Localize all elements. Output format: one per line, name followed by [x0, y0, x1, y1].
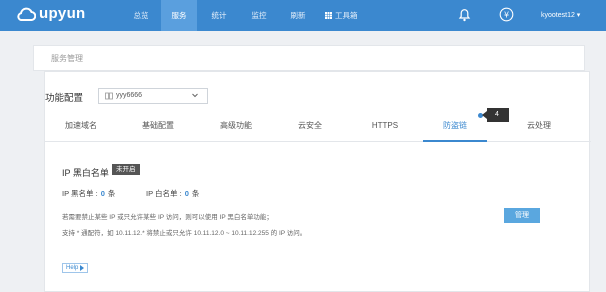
- bell-icon[interactable]: [458, 7, 471, 27]
- tab-count-badge: 4: [482, 108, 509, 122]
- help-label: Help: [66, 265, 79, 271]
- whitelist-count: IP 白名单 :0条: [146, 188, 199, 199]
- tab-advanced[interactable]: 高级功能: [218, 118, 254, 142]
- user-menu[interactable]: kyootest12 ▾: [541, 0, 580, 31]
- blacklist-count: IP 黑名单 :0条: [62, 188, 115, 199]
- top-nav-bar: upyun 总览 服务 统计 监控 刷新 工具箱 ¥ kyootest12 ▾: [0, 0, 606, 31]
- breadcrumb-panel: 服务管理: [33, 45, 585, 71]
- status-badge: 未开启: [112, 164, 140, 175]
- description-line-2: 支持 * 通配符，如 10.11.12.* 将禁止或只允许 10.11.12.0…: [62, 230, 307, 237]
- yuan-icon[interactable]: ¥: [499, 7, 514, 27]
- manage-button[interactable]: 管理: [504, 208, 540, 223]
- brand-logo[interactable]: upyun: [16, 5, 86, 22]
- tab-cloud-processing[interactable]: 云处理: [524, 118, 554, 142]
- chevron-down-icon: [192, 93, 198, 98]
- tab-acceleration-domains[interactable]: 加速域名: [63, 118, 99, 142]
- nav-item-refresh[interactable]: 刷新: [281, 0, 315, 31]
- config-label: 功能配置: [45, 93, 84, 104]
- tab-https[interactable]: HTTPS: [370, 118, 400, 142]
- server-icon: [105, 92, 113, 100]
- tab-cloud-security[interactable]: 云安全: [295, 118, 325, 142]
- service-select[interactable]: yyy6666: [98, 88, 208, 104]
- grid-icon: [325, 12, 332, 19]
- cloud-logo-icon: [17, 7, 36, 21]
- nav-item-toolbox[interactable]: 工具箱: [325, 0, 365, 31]
- blacklist-label: IP 黑名单 :: [62, 189, 98, 198]
- brand-name: upyun: [39, 5, 86, 22]
- whitelist-label: IP 白名单 :: [146, 189, 182, 198]
- blacklist-number: 0: [100, 189, 105, 198]
- breadcrumb: 服务管理: [51, 54, 83, 63]
- whitelist-number: 0: [184, 189, 189, 198]
- nav-item-services[interactable]: 服务: [161, 0, 197, 31]
- toolbox-label: 工具箱: [335, 11, 358, 20]
- blacklist-unit: 条: [107, 189, 116, 198]
- whitelist-unit: 条: [191, 189, 200, 198]
- ip-list-title: IP 黑白名单: [62, 168, 109, 178]
- tab-basic-config[interactable]: 基础配置: [140, 118, 176, 142]
- main-panel: 功能配置 yyy6666 加速域名 基础配置 高级功能 云安全 HTTPS 防盗…: [44, 71, 591, 292]
- tab-hotlink-protection[interactable]: 防盗链: [423, 118, 487, 142]
- feature-tabs: 加速域名 基础配置 高级功能 云安全 HTTPS 防盗链 云处理: [45, 118, 591, 142]
- svg-text:¥: ¥: [504, 11, 509, 20]
- play-arrow-icon: [80, 265, 85, 271]
- nav-item-stats[interactable]: 统计: [202, 0, 236, 31]
- description-line-1: 若需要禁止某些 IP 或只允许某些 IP 访问，则可以使用 IP 黑白名单功能；: [62, 214, 273, 221]
- nav-item-monitor[interactable]: 监控: [242, 0, 276, 31]
- nav-item-overview[interactable]: 总览: [124, 0, 158, 31]
- help-button[interactable]: Help: [62, 263, 89, 273]
- service-select-value: yyy6666: [116, 92, 143, 99]
